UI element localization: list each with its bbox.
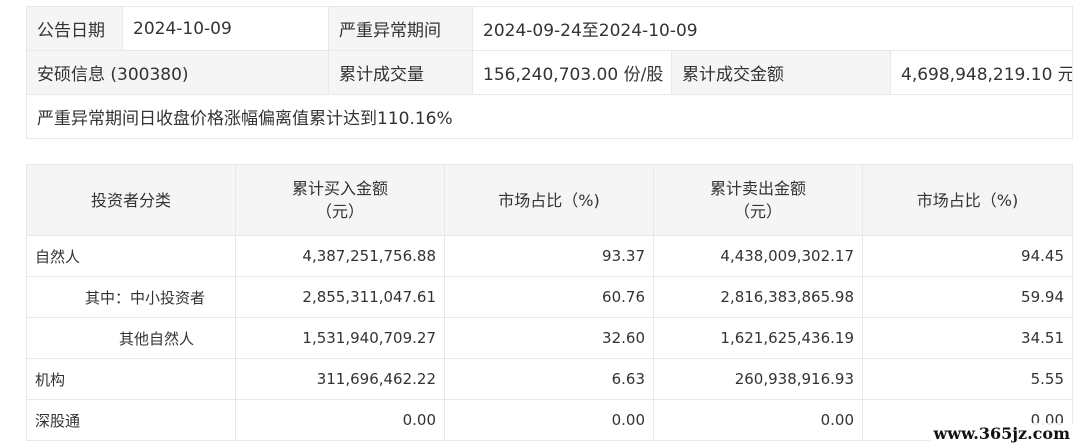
investor-breakdown-table: 投资者分类 累计买入金额 （元） 市场占比（%) 累计卖出金额 （元） 市场占比（%… (26, 164, 1073, 441)
period-value: 2024-09-24至2024-10-09 (472, 6, 1073, 51)
header-category: 投资者分类 (26, 164, 236, 236)
row-category: 深股通 (26, 399, 236, 441)
row-buy-share: 6.63 (444, 358, 654, 400)
header-buy-amount-line1: 累计买入金额 (291, 179, 388, 198)
row-sell-amount: 4,438,009,302.17 (653, 235, 863, 277)
table-row: 深股通 0.00 0.00 0.00 0.00 (26, 399, 1073, 441)
row-category: 其中：中小投资者 (26, 276, 236, 318)
header-sell-share: 市场占比（%) (862, 164, 1073, 236)
row-sell-share: 59.94 (862, 276, 1073, 318)
volume-value: 156,240,703.00 份/股 (472, 50, 672, 95)
row-sell-amount: 260,938,916.93 (653, 358, 863, 400)
header-buy-share: 市场占比（%) (444, 164, 654, 236)
row-buy-amount: 0.00 (235, 399, 445, 441)
amount-label: 累计成交金额 (671, 50, 891, 95)
row-sell-amount: 0.00 (653, 399, 863, 441)
stock-name: 安硕信息 (300380) (26, 50, 329, 95)
amount-value: 4,698,948,219.10 元 (890, 50, 1073, 95)
site-watermark: www.365jz.com (929, 423, 1074, 444)
row-buy-amount: 4,387,251,756.88 (235, 235, 445, 277)
announcement-info-table: 公告日期 2024-10-09 严重异常期间 2024-09-24至2024-1… (26, 6, 1073, 139)
row-category: 机构 (26, 358, 236, 400)
table-row: 其他自然人 1,531,940,709.27 32.60 1,621,625,4… (26, 317, 1073, 359)
volume-label: 累计成交量 (328, 50, 473, 95)
row-buy-amount: 1,531,940,709.27 (235, 317, 445, 359)
info-row-note: 严重异常期间日收盘价格涨幅偏离值累计达到110.16% (26, 94, 1073, 139)
announce-date-value: 2024-10-09 (122, 6, 329, 51)
row-sell-amount: 2,816,383,865.98 (653, 276, 863, 318)
header-buy-amount: 累计买入金额 （元） (235, 164, 445, 236)
announce-date-label: 公告日期 (26, 6, 123, 51)
info-row-date: 公告日期 2024-10-09 严重异常期间 2024-09-24至2024-1… (26, 6, 1073, 51)
row-buy-share: 60.76 (444, 276, 654, 318)
row-buy-share: 32.60 (444, 317, 654, 359)
row-category: 其他自然人 (26, 317, 236, 359)
header-buy-amount-line2: （元） (315, 202, 364, 221)
row-sell-share: 5.55 (862, 358, 1073, 400)
table-row: 机构 311,696,462.22 6.63 260,938,916.93 5.… (26, 358, 1073, 400)
row-category: 自然人 (26, 235, 236, 277)
row-sell-share: 94.45 (862, 235, 1073, 277)
row-buy-share: 0.00 (444, 399, 654, 441)
period-label: 严重异常期间 (328, 6, 473, 51)
header-sell-amount-line2: （元） (733, 202, 782, 221)
table-header-row: 投资者分类 累计买入金额 （元） 市场占比（%) 累计卖出金额 （元） 市场占比（%… (26, 164, 1073, 236)
table-row: 其中：中小投资者 2,855,311,047.61 60.76 2,816,38… (26, 276, 1073, 318)
header-sell-amount-line1: 累计卖出金额 (709, 179, 806, 198)
row-buy-share: 93.37 (444, 235, 654, 277)
row-buy-amount: 2,855,311,047.61 (235, 276, 445, 318)
info-row-trading: 安硕信息 (300380) 累计成交量 156,240,703.00 份/股 累… (26, 50, 1073, 95)
deviation-note: 严重异常期间日收盘价格涨幅偏离值累计达到110.16% (26, 94, 1073, 139)
header-sell-amount: 累计卖出金额 （元） (653, 164, 863, 236)
row-sell-share: 34.51 (862, 317, 1073, 359)
table-row: 自然人 4,387,251,756.88 93.37 4,438,009,302… (26, 235, 1073, 277)
row-buy-amount: 311,696,462.22 (235, 358, 445, 400)
row-sell-amount: 1,621,625,436.19 (653, 317, 863, 359)
